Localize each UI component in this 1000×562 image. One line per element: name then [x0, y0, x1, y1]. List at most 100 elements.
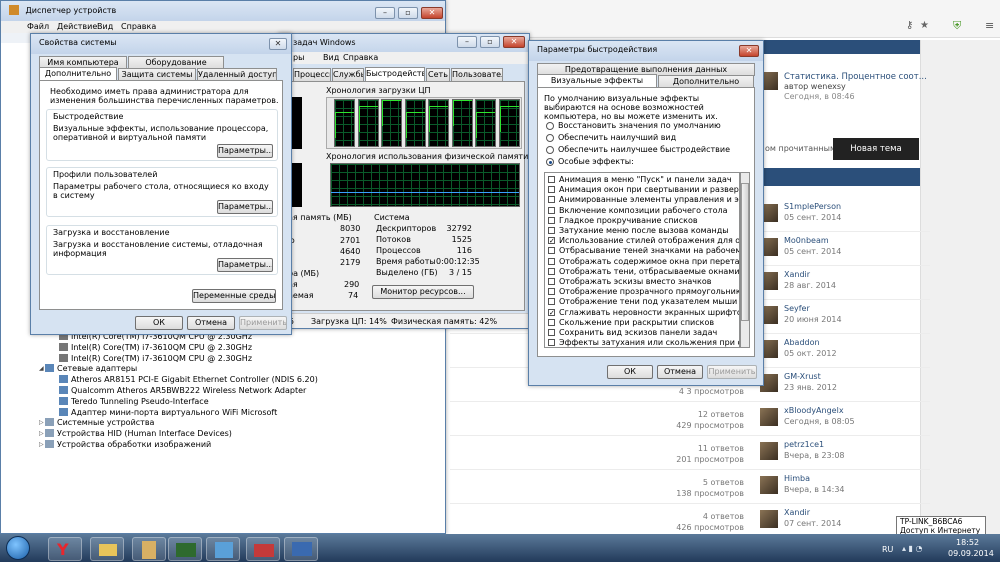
visual-effects-radio-label[interactable]: Особые эффекты:	[558, 157, 634, 167]
visual-effects-radio-label[interactable]: Обеспечить наилучший вид	[558, 133, 676, 143]
effect-label[interactable]: Скольжение при раскрытии списков	[559, 318, 714, 328]
effect-checkbox[interactable]	[548, 186, 555, 194]
clock-time[interactable]: 18:52	[956, 538, 979, 548]
language-indicator[interactable]: RU	[882, 545, 893, 555]
forum-topic-row[interactable]: 4 ответов 426 просмотров Xandir 07 сент. 20…	[450, 504, 930, 538]
start-orb-icon[interactable]	[6, 536, 30, 560]
perf-settings-button[interactable]: Параметры...	[217, 144, 273, 158]
effect-label[interactable]: Сохранить вид эскизов панели задач	[559, 328, 717, 338]
effect-label[interactable]: Отображать тени, отбрасываемые окнами	[559, 267, 739, 277]
device-tree-item[interactable]: Intel(R) Core(TM) i7-3610QM CPU @ 2.30GH…	[59, 342, 252, 353]
effects-scrollbar[interactable]	[740, 172, 750, 348]
monitor-icon[interactable]	[284, 537, 318, 561]
perfopts-cancel-button[interactable]: Отмена	[657, 365, 703, 379]
env-vars-button[interactable]: Переменные среды...	[192, 289, 276, 303]
terminal-icon[interactable]	[168, 537, 202, 561]
effect-checkbox[interactable]	[548, 196, 555, 204]
device-tree-item[interactable]: ▷ Устройства HID (Human Interface Devices…	[39, 428, 232, 439]
tab-visual-effects[interactable]: Визуальные эффекты	[537, 74, 657, 88]
forum-topic-row[interactable]: 12 ответов 429 просмотров xBloodyAngelx Сег…	[450, 402, 930, 436]
network-icon[interactable]	[206, 537, 240, 561]
effect-checkbox[interactable]: ✓	[548, 237, 555, 245]
forum-topic-row[interactable]: 11 ответов 201 просмотров petrz1ce1 Вчера, …	[450, 436, 930, 470]
effect-checkbox[interactable]	[548, 216, 555, 224]
tab-users[interactable]: Пользователи	[451, 68, 503, 81]
taskmgr-minimize-button[interactable]: –	[457, 36, 477, 48]
tab-network[interactable]: Сеть	[426, 68, 450, 81]
tab-processes[interactable]: Процессы	[293, 68, 331, 81]
effect-checkbox[interactable]	[548, 176, 555, 183]
effect-checkbox[interactable]	[548, 298, 555, 306]
effect-checkbox[interactable]: ✓	[548, 308, 555, 316]
topic-last-user[interactable]: xBloodyAngelx	[784, 406, 844, 416]
taskmgr-menu-view[interactable]: Вид	[323, 53, 339, 63]
tab-performance[interactable]: Быстродействие	[365, 67, 425, 81]
menu-icon[interactable]: ≡	[985, 19, 994, 32]
device-tree-item[interactable]: ◢ Сетевые адаптеры	[39, 363, 137, 374]
topic-last-user[interactable]: Abaddon	[784, 338, 820, 348]
perfopts-apply-button[interactable]: Применить	[707, 365, 757, 379]
effect-label[interactable]: Отображение прозрачного прямоугольника в…	[559, 287, 739, 297]
device-tree-item[interactable]: Intel(R) Core(TM) i7-3610QM CPU @ 2.30GH…	[59, 353, 252, 364]
tray-icons[interactable]: ▴ ▮ ◔	[902, 544, 922, 554]
expand-icon[interactable]: ◢	[39, 363, 44, 374]
explorer-icon[interactable]	[90, 537, 124, 561]
expand-icon[interactable]: ▷	[39, 428, 44, 439]
effect-label[interactable]: Анимированные элементы управления и элем…	[559, 195, 739, 205]
topic-last-user[interactable]: Seyfer	[784, 304, 810, 314]
user-avatar[interactable]	[760, 442, 778, 460]
devmgr-maximize-button[interactable]: ▫	[398, 7, 418, 19]
visual-effects-radio[interactable]	[546, 158, 554, 166]
effects-scroll-thumb[interactable]	[741, 183, 749, 321]
key-icon[interactable]: ⚷	[906, 20, 913, 31]
topic-last-user[interactable]: Himba	[784, 474, 810, 484]
resource-monitor-button[interactable]: Монитор ресурсов...	[372, 285, 474, 299]
effect-checkbox[interactable]	[548, 267, 555, 275]
topic-last-user[interactable]: Mo0nbeam	[784, 236, 829, 246]
visual-effects-radio-label[interactable]: Восстановить значения по умолчанию	[558, 121, 721, 131]
device-tree-item[interactable]: ▷ Системные устройства	[39, 417, 154, 428]
taskmgr-close-button[interactable]: ✕	[503, 36, 525, 48]
effect-label[interactable]: Гладкое прокручивание списков	[559, 216, 698, 226]
yandex-browser-icon[interactable]: Y	[48, 537, 82, 561]
effect-label[interactable]: Отображать эскизы вместо значков	[559, 277, 711, 287]
topic-last-user[interactable]: Xandir	[784, 270, 810, 280]
tab-services[interactable]: Службы	[332, 68, 364, 81]
user-avatar[interactable]	[760, 408, 778, 426]
toolbox-icon[interactable]	[246, 537, 280, 561]
startup-settings-button[interactable]: Параметры...	[217, 258, 273, 272]
profiles-settings-button[interactable]: Параметры...	[217, 200, 273, 214]
effect-label[interactable]: Затухание меню после вызова команды	[559, 226, 729, 236]
sysprops-cancel-button[interactable]: Отмена	[187, 316, 235, 330]
visual-effects-radio-label[interactable]: Обеспечить наилучшее быстродействие	[558, 145, 730, 155]
user-avatar[interactable]	[760, 476, 778, 494]
visual-effects-radio[interactable]	[546, 122, 554, 130]
user-avatar[interactable]	[760, 510, 778, 528]
effect-checkbox[interactable]	[548, 339, 555, 347]
menu-view[interactable]: Вид	[97, 22, 113, 32]
effect-checkbox[interactable]	[548, 288, 555, 296]
device-tree-item[interactable]: ▷ Устройства обработки изображений	[39, 439, 211, 450]
sysprops-ok-button[interactable]: ОК	[135, 316, 183, 330]
effect-checkbox[interactable]	[548, 227, 555, 234]
tab-advanced[interactable]: Дополнительно	[39, 67, 117, 81]
effect-label[interactable]: Анимация окон при свертывании и разверты…	[559, 185, 739, 195]
menu-file[interactable]: Файл	[27, 22, 49, 32]
effect-checkbox[interactable]	[548, 278, 555, 285]
effect-label[interactable]: Анимация в меню "Пуск" и панели задач	[559, 175, 732, 185]
sysprops-apply-button[interactable]: Применить	[239, 316, 287, 330]
taskmgr-menu-help[interactable]: Справка	[343, 53, 378, 63]
effect-label[interactable]: Отображение тени под указателем мыши	[559, 297, 737, 307]
effect-checkbox[interactable]	[548, 329, 555, 336]
perfopts-close-button[interactable]: ✕	[739, 45, 759, 57]
device-tree-item[interactable]: Qualcomm Atheros AR5BWB222 Wireless Netw…	[59, 385, 306, 396]
effect-label[interactable]: Сглаживать неровности экранных шрифтов	[559, 308, 739, 318]
clock-date[interactable]: 09.09.2014	[948, 549, 994, 559]
visual-effects-radio[interactable]	[546, 134, 554, 142]
device-tree-item[interactable]: Teredo Tunneling Pseudo-Interface	[59, 396, 209, 407]
effect-checkbox[interactable]	[548, 257, 555, 265]
forum-top-title[interactable]: Статистика. Процентное соот...	[784, 72, 927, 82]
menu-action[interactable]: Действие	[57, 22, 97, 32]
expand-icon[interactable]: ▷	[39, 417, 44, 428]
taskmgr-menu-options[interactable]: ры	[293, 53, 304, 63]
